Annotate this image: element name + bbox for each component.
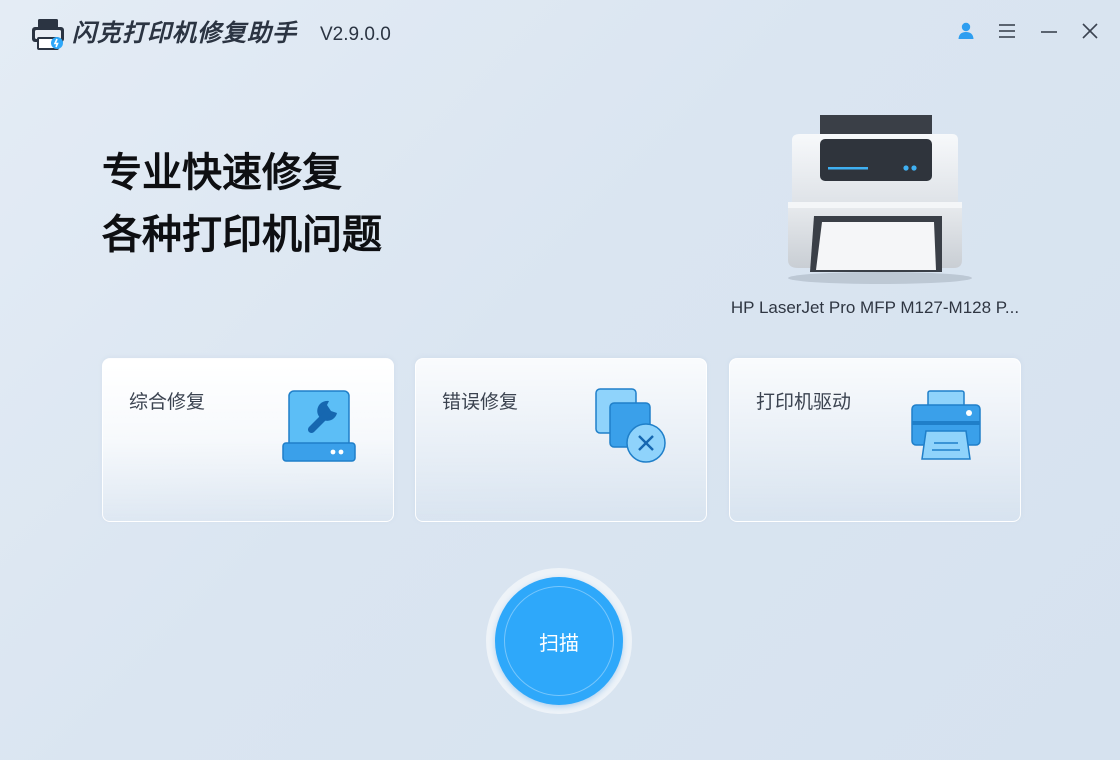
menu-icon — [999, 24, 1015, 38]
headline: 专业快速修复 各种打印机问题 — [102, 142, 382, 266]
app-logo-printer-icon — [32, 19, 64, 50]
scan-button-label: 扫描 — [539, 630, 579, 655]
printer-name[interactable]: HP LaserJet Pro MFP M127-M128 P... — [700, 298, 1050, 318]
app-title: 闪克打印机修复助手 — [72, 19, 297, 47]
user-button[interactable] — [953, 18, 979, 44]
wrench-disk-icon — [282, 390, 356, 462]
card-comprehensive-repair[interactable]: 综合修复 — [102, 358, 394, 522]
close-button[interactable] — [1077, 18, 1103, 44]
minimize-icon — [1041, 31, 1057, 33]
title-bar: 闪克打印机修复助手 V2.9.0.0 — [0, 0, 1120, 66]
user-icon — [958, 22, 974, 39]
card-label: 综合修复 — [129, 391, 206, 413]
printer-icon — [911, 390, 981, 460]
card-error-repair[interactable]: 错误修复 — [415, 358, 707, 522]
card-label: 错误修复 — [442, 391, 519, 413]
menu-button[interactable] — [994, 18, 1020, 44]
card-label: 打印机驱动 — [756, 391, 852, 413]
card-printer-driver[interactable]: 打印机驱动 — [729, 358, 1021, 522]
minimize-button[interactable] — [1036, 18, 1062, 44]
app-version: V2.9.0.0 — [320, 24, 391, 45]
hero-printer-image — [788, 115, 972, 284]
headline-line-2: 各种打印机问题 — [102, 212, 382, 258]
headline-line-1: 专业快速修复 — [102, 150, 342, 196]
scan-button[interactable]: 扫描 — [495, 577, 623, 705]
close-icon — [1082, 23, 1098, 39]
error-stack-icon — [595, 388, 666, 463]
